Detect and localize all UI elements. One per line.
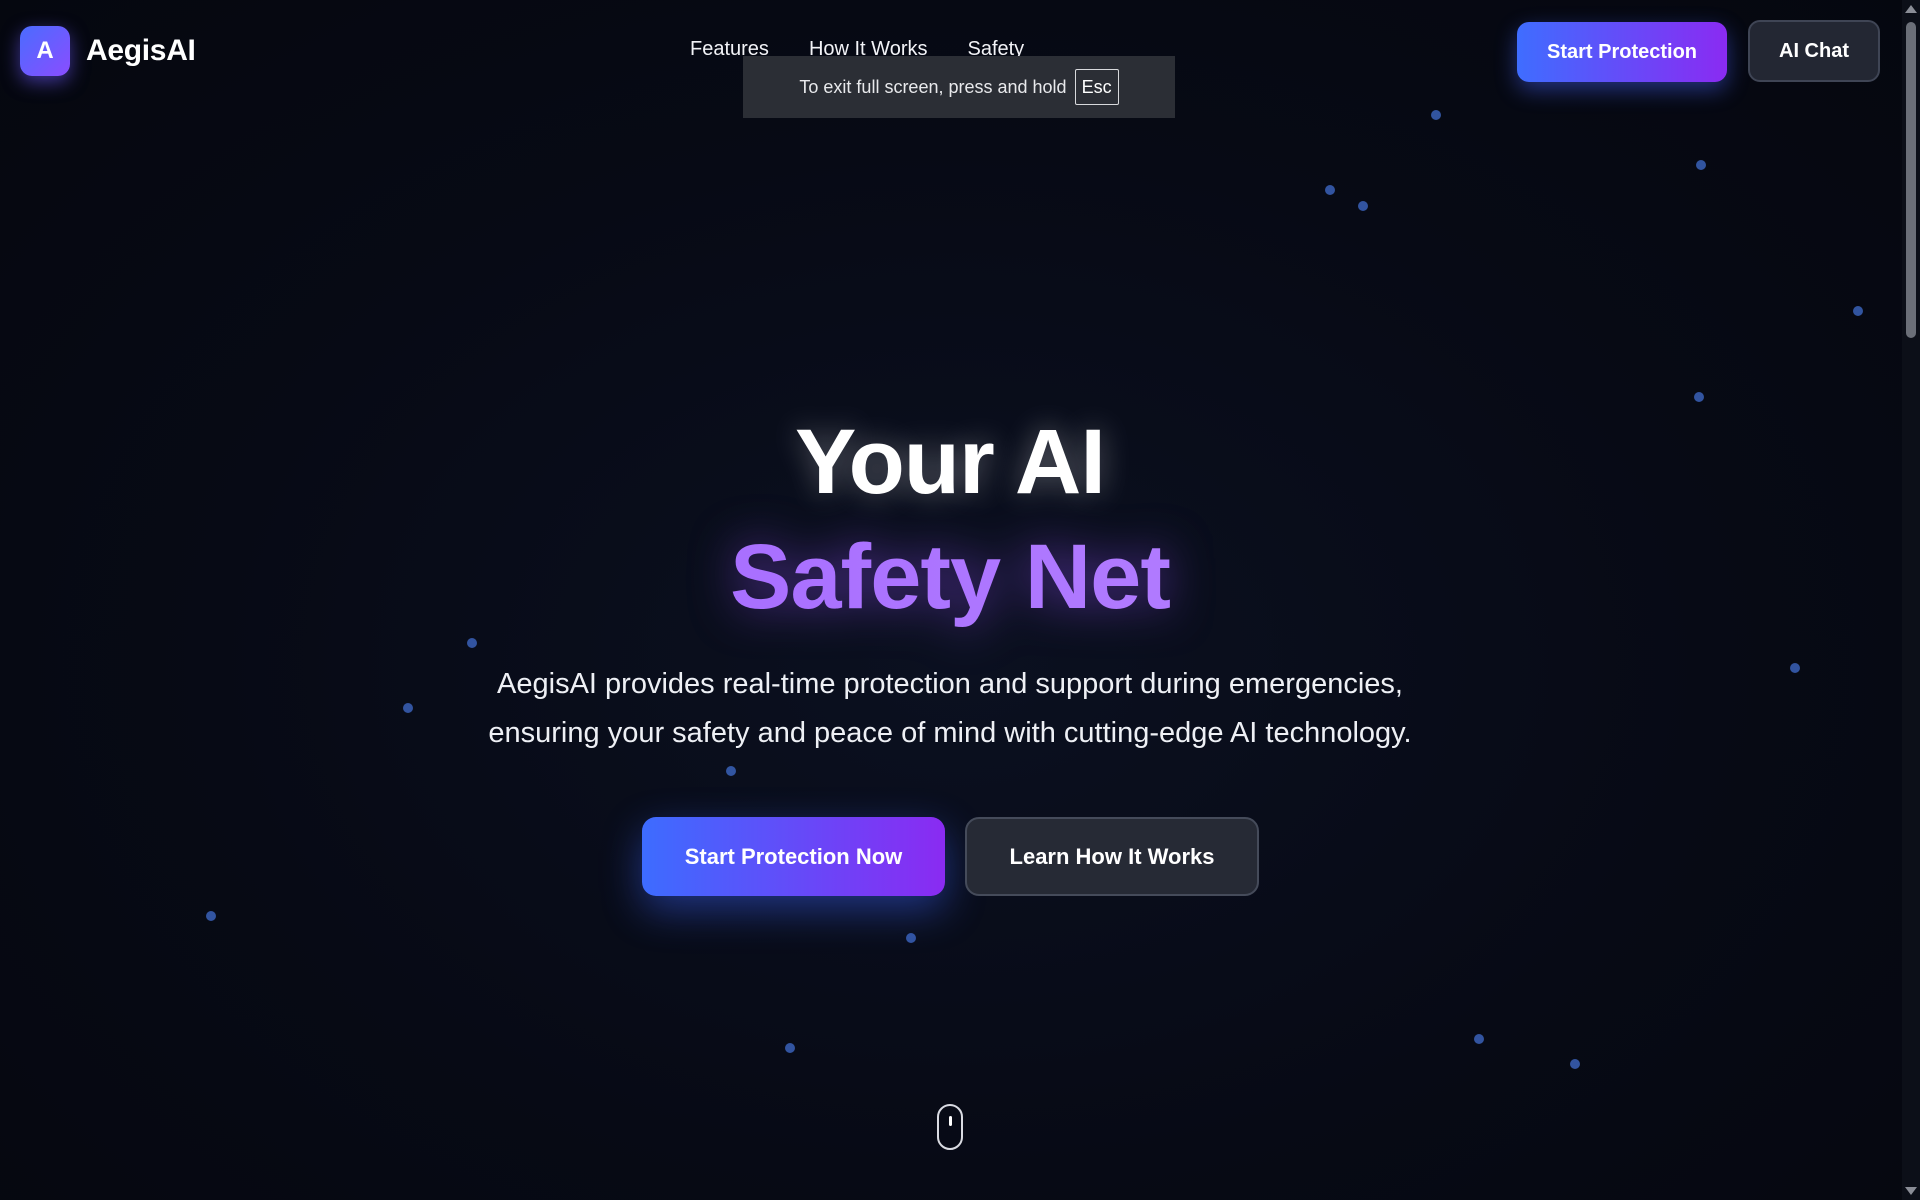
- particle-dot: [726, 766, 736, 776]
- scroll-down-arrow-icon[interactable]: [1905, 1187, 1917, 1195]
- particle-dot: [906, 933, 916, 943]
- fullscreen-exit-notice: To exit full screen, press and hold Esc: [743, 56, 1175, 118]
- hero-description-line-2: ensuring your safety and peace of mind w…: [488, 717, 1412, 749]
- hero-description: AegisAI provides real-time protection an…: [0, 660, 1900, 758]
- mouse-scroll-icon[interactable]: [937, 1104, 963, 1150]
- fullscreen-notice-text: To exit full screen, press and hold: [799, 76, 1067, 97]
- particle-dot: [1570, 1059, 1580, 1069]
- particle-dot: [785, 1043, 795, 1053]
- page: A AegisAI Features How It Works Safety S…: [0, 0, 1920, 1200]
- hero-description-line-1: AegisAI provides real-time protection an…: [497, 668, 1403, 700]
- particle-dot: [467, 638, 477, 648]
- particle-dot: [1474, 1034, 1484, 1044]
- particle-dot: [1696, 160, 1706, 170]
- mouse-wheel-icon: [949, 1116, 952, 1126]
- esc-key-badge: Esc: [1074, 69, 1119, 105]
- hero-title-line-2: Safety Net: [0, 525, 1900, 630]
- particle-dot: [1853, 306, 1863, 316]
- page-scrollbar[interactable]: [1902, 0, 1920, 1200]
- brand-name: AegisAI: [86, 34, 196, 67]
- particle-dot: [1358, 201, 1368, 211]
- particle-dot: [1431, 110, 1441, 120]
- particle-dot: [1325, 185, 1335, 195]
- scroll-up-arrow-icon[interactable]: [1905, 5, 1917, 13]
- logo[interactable]: A AegisAI: [20, 26, 196, 76]
- start-protection-now-button[interactable]: Start Protection Now: [642, 817, 945, 896]
- learn-how-it-works-button[interactable]: Learn How It Works: [965, 817, 1259, 896]
- particle-dot: [206, 911, 216, 921]
- particle-dot: [1694, 392, 1704, 402]
- logo-mark-icon: A: [20, 26, 70, 76]
- scrollbar-thumb[interactable]: [1906, 22, 1916, 338]
- start-protection-button[interactable]: Start Protection: [1517, 22, 1727, 82]
- ai-chat-button[interactable]: AI Chat: [1748, 20, 1880, 82]
- hero-title-line-1: Your AI: [795, 411, 1106, 513]
